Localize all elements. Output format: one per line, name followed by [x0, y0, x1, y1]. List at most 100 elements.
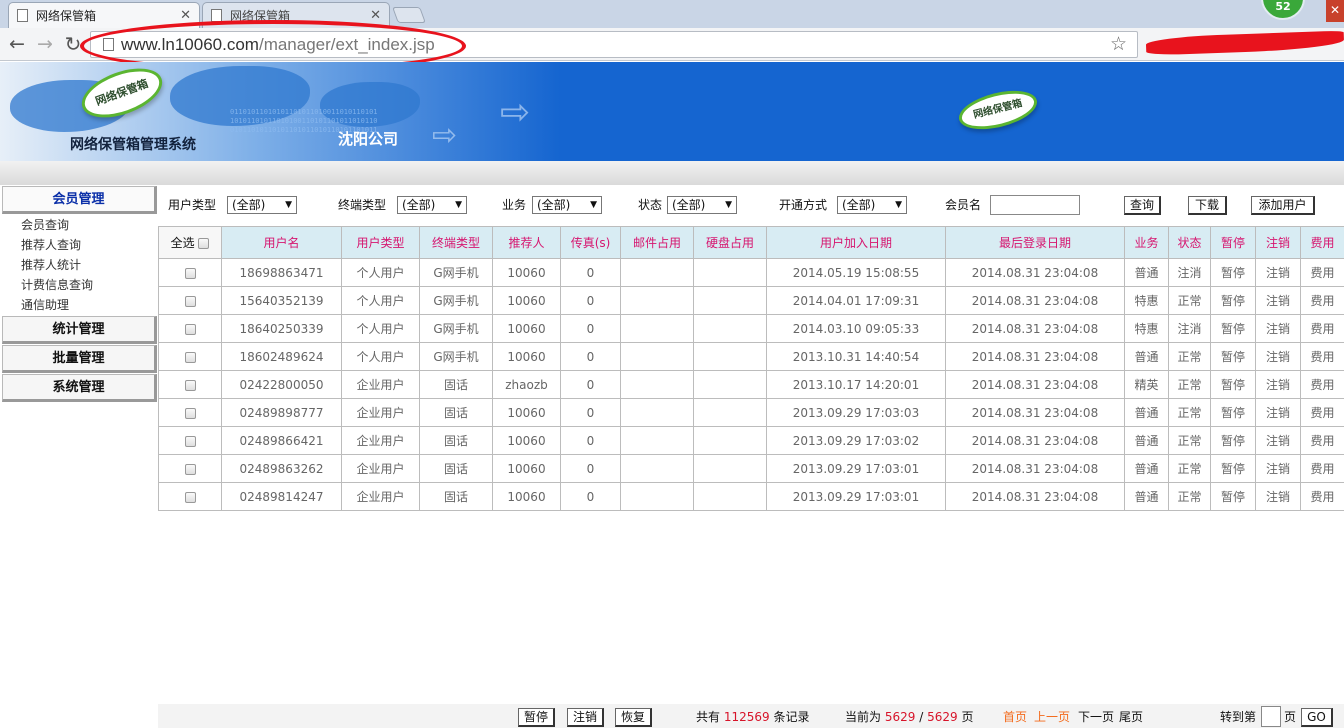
cancel-link[interactable]: 注销: [1255, 258, 1301, 287]
cell-referrer: 10060: [492, 426, 561, 455]
pause-link[interactable]: 暂停: [1210, 454, 1256, 483]
back-arrow-icon[interactable]: ←: [6, 33, 28, 55]
row-checkbox[interactable]: [184, 323, 196, 335]
fee-link[interactable]: 费用: [1300, 286, 1344, 315]
fee-link[interactable]: 费用: [1300, 398, 1344, 427]
cancel-link[interactable]: 注销: [1255, 286, 1301, 315]
go-button[interactable]: GO: [1301, 708, 1333, 727]
cell-join-date: 2013.10.17 14:20:01: [766, 370, 946, 399]
notification-badge[interactable]: 52: [1261, 0, 1305, 20]
fee-link[interactable]: 费用: [1300, 370, 1344, 399]
sidebar-item-referrer-stats[interactable]: 推荐人统计: [0, 255, 157, 275]
column-header-referrer[interactable]: 推荐人: [492, 226, 561, 259]
row-checkbox[interactable]: [184, 435, 196, 447]
pause-link[interactable]: 暂停: [1210, 342, 1256, 371]
add-user-button[interactable]: 添加用户: [1251, 196, 1315, 215]
pause-link[interactable]: 暂停: [1210, 426, 1256, 455]
column-header-disk-usage[interactable]: 硬盘占用: [693, 226, 767, 259]
sidebar-section-batch[interactable]: 批量管理: [2, 345, 157, 373]
fee-link[interactable]: 费用: [1300, 482, 1344, 511]
row-checkbox[interactable]: [184, 463, 196, 475]
cancel-link[interactable]: 注销: [1255, 370, 1301, 399]
close-icon[interactable]: ✕: [370, 8, 381, 23]
user-type-select[interactable]: (全部) ▼: [227, 196, 297, 214]
member-name-input[interactable]: [990, 195, 1080, 215]
row-checkbox[interactable]: [184, 351, 196, 363]
cell-disk-usage: [693, 482, 767, 511]
pause-link[interactable]: 暂停: [1210, 482, 1256, 511]
new-tab-button[interactable]: [392, 7, 426, 23]
browser-tab[interactable]: 网络保管箱 ✕: [202, 2, 390, 28]
column-header-mail-usage[interactable]: 邮件占用: [620, 226, 694, 259]
bulk-pause-button[interactable]: 暂停: [518, 708, 555, 727]
column-header-pause[interactable]: 暂停: [1210, 226, 1256, 259]
cancel-link[interactable]: 注销: [1255, 342, 1301, 371]
forward-arrow-icon[interactable]: →: [34, 33, 56, 55]
bookmark-star-icon[interactable]: ☆: [1110, 33, 1127, 55]
cancel-link[interactable]: 注销: [1255, 426, 1301, 455]
sidebar-section-system[interactable]: 系统管理: [2, 374, 157, 402]
fee-link[interactable]: 费用: [1300, 454, 1344, 483]
open-method-select[interactable]: (全部) ▼: [837, 196, 907, 214]
column-header-fee[interactable]: 费用: [1300, 226, 1344, 259]
cell-user-type: 企业用户: [341, 398, 420, 427]
close-icon[interactable]: ✕: [180, 8, 191, 23]
fee-link[interactable]: 费用: [1300, 426, 1344, 455]
sidebar-item-member-query[interactable]: 会员查询: [0, 215, 157, 235]
bulk-cancel-button[interactable]: 注销: [567, 708, 604, 727]
goto-page-input[interactable]: [1261, 706, 1281, 727]
fee-link[interactable]: 费用: [1300, 342, 1344, 371]
table-row: 02422800050 企业用户 固话 zhaozb 0 2013.10.17 14:20…: [158, 370, 1344, 399]
status-select[interactable]: (全部) ▼: [667, 196, 737, 214]
fee-link[interactable]: 费用: [1300, 314, 1344, 343]
column-header-username[interactable]: 用户名: [221, 226, 342, 259]
column-header-business[interactable]: 业务: [1124, 226, 1169, 259]
window-close-button[interactable]: ✕: [1326, 0, 1344, 22]
pause-link[interactable]: 暂停: [1210, 258, 1256, 287]
row-checkbox[interactable]: [184, 267, 196, 279]
row-checkbox[interactable]: [184, 379, 196, 391]
column-header-status[interactable]: 状态: [1168, 226, 1211, 259]
cancel-link[interactable]: 注销: [1255, 314, 1301, 343]
column-header-join-date[interactable]: 用户加入日期: [766, 226, 946, 259]
last-page-link[interactable]: 尾页: [1119, 708, 1143, 726]
browser-tab-active[interactable]: 网络保管箱 ✕: [8, 2, 200, 28]
address-bar[interactable]: www.ln10060.com/manager/ext_index.jsp ☆: [90, 31, 1138, 58]
business-select[interactable]: (全部) ▼: [532, 196, 602, 214]
select-value: (全部): [672, 198, 706, 212]
column-header-cancel[interactable]: 注销: [1255, 226, 1301, 259]
reload-icon[interactable]: ↻: [62, 33, 84, 55]
prev-page-link[interactable]: 上一页: [1034, 708, 1070, 726]
column-header-fax[interactable]: 传真(s): [560, 226, 621, 259]
fee-link[interactable]: 费用: [1300, 258, 1344, 287]
pause-link[interactable]: 暂停: [1210, 314, 1256, 343]
download-button[interactable]: 下载: [1188, 196, 1227, 215]
first-page-link[interactable]: 首页: [1003, 708, 1027, 726]
select-all-checkbox[interactable]: [198, 238, 210, 249]
row-checkbox[interactable]: [184, 407, 196, 419]
pause-link[interactable]: 暂停: [1210, 370, 1256, 399]
sidebar-section-statistics[interactable]: 统计管理: [2, 316, 157, 344]
row-checkbox[interactable]: [184, 491, 196, 503]
bulk-restore-button[interactable]: 恢复: [615, 708, 652, 727]
cancel-link[interactable]: 注销: [1255, 482, 1301, 511]
cell-disk-usage: [693, 398, 767, 427]
column-header-user-type[interactable]: 用户类型: [341, 226, 420, 259]
cell-last-login: 2014.08.31 23:04:08: [945, 482, 1125, 511]
row-checkbox[interactable]: [184, 295, 196, 307]
pause-link[interactable]: 暂停: [1210, 286, 1256, 315]
terminal-type-select[interactable]: (全部) ▼: [397, 196, 467, 214]
next-page-link[interactable]: 下一页: [1078, 708, 1114, 726]
sidebar-item-referrer-query[interactable]: 推荐人查询: [0, 235, 157, 255]
column-header-last-login[interactable]: 最后登录日期: [945, 226, 1125, 259]
sidebar-item-billing-query[interactable]: 计费信息查询: [0, 275, 157, 295]
sidebar-item-comm-assistant[interactable]: 通信助理: [0, 295, 157, 315]
cell-join-date: 2013.09.29 17:03:01: [766, 454, 946, 483]
pause-link[interactable]: 暂停: [1210, 398, 1256, 427]
cancel-link[interactable]: 注销: [1255, 398, 1301, 427]
url-text[interactable]: www.ln10060.com/manager/ext_index.jsp: [121, 34, 435, 56]
column-header-terminal-type[interactable]: 终端类型: [419, 226, 493, 259]
cancel-link[interactable]: 注销: [1255, 454, 1301, 483]
sidebar-section-member[interactable]: 会员管理: [2, 186, 157, 214]
query-button[interactable]: 查询: [1124, 196, 1161, 215]
